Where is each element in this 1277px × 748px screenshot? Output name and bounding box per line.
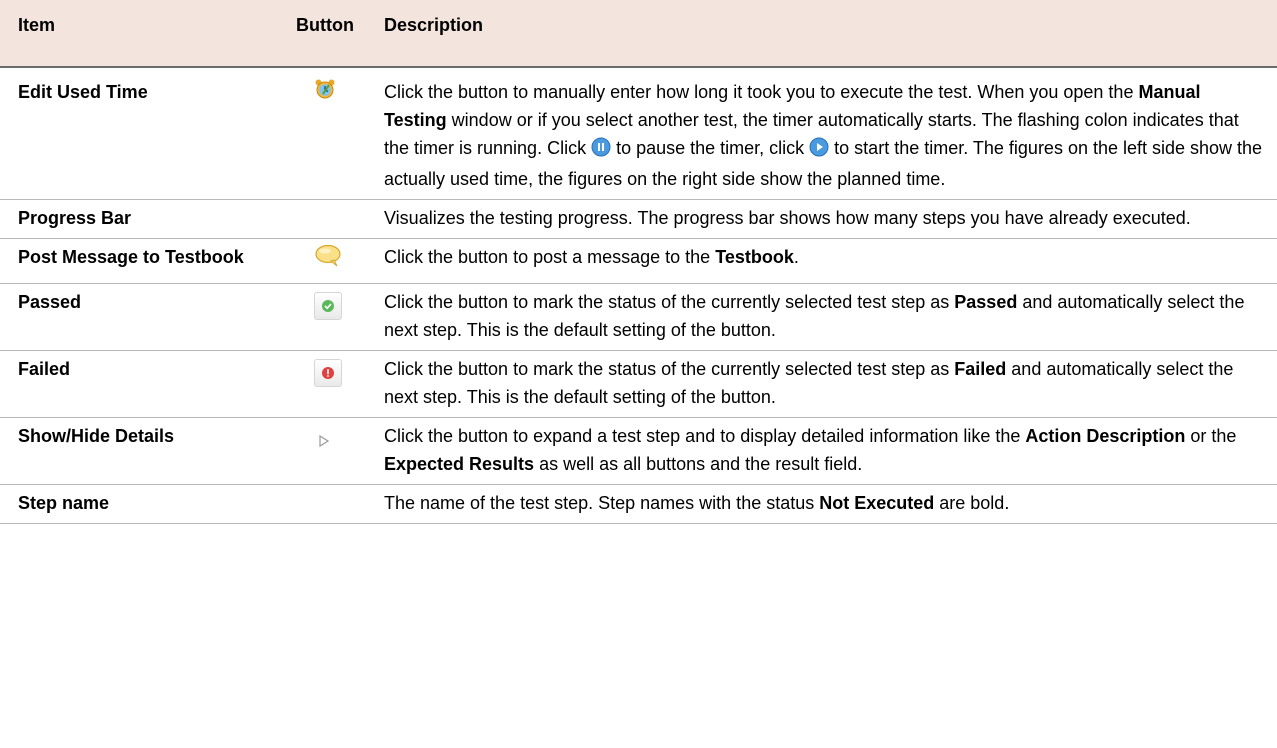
- header-description: Description: [384, 15, 484, 35]
- item-description: Visualizes the testing progress. The pro…: [384, 208, 1191, 228]
- item-name: Progress Bar: [18, 208, 132, 228]
- item-name: Post Message to Testbook: [18, 247, 244, 267]
- exclamation-circle-icon: [322, 367, 334, 379]
- item-description: Click the button to expand a test step a…: [384, 426, 1237, 474]
- item-name: Failed: [18, 359, 71, 379]
- table-row: Failed Click the button to mark the stat…: [0, 351, 1277, 418]
- header-item: Item: [18, 15, 56, 35]
- item-name: Step name: [18, 493, 110, 513]
- item-name: Edit Used Time: [18, 82, 148, 102]
- item-description: Click the button to mark the status of t…: [384, 359, 1234, 407]
- table-row: Progress Bar Visualizes the testing prog…: [0, 200, 1277, 239]
- item-description: Click the button to post a message to th…: [384, 247, 799, 267]
- table-row: Edit Used Time Click the button to manua…: [0, 67, 1277, 200]
- pause-icon[interactable]: [591, 137, 611, 165]
- item-name: Passed: [18, 292, 82, 312]
- alarm-clock-icon: [314, 78, 336, 108]
- play-icon[interactable]: [809, 137, 829, 165]
- triangle-right-icon[interactable]: [318, 428, 330, 456]
- button-cell: [286, 418, 374, 485]
- item-description: The name of the test step. Step names wi…: [384, 493, 1010, 513]
- header-button: Button: [296, 15, 354, 35]
- failed-button[interactable]: [314, 359, 342, 387]
- item-description: Click the button to mark the status of t…: [384, 292, 1245, 340]
- check-circle-icon: [322, 300, 334, 312]
- reference-table: Item Button Description Edit Used Time C…: [0, 0, 1277, 524]
- button-cell: [286, 351, 374, 418]
- table-row: Step name The name of the test step. Ste…: [0, 485, 1277, 524]
- button-cell: [286, 239, 374, 284]
- table-header-row: Item Button Description: [0, 0, 1277, 67]
- button-cell: [286, 67, 374, 200]
- table-row: Passed Click the button to mark the stat…: [0, 284, 1277, 351]
- button-cell: [286, 485, 374, 524]
- table-row: Show/Hide Details Click the button to ex…: [0, 418, 1277, 485]
- button-cell: [286, 200, 374, 239]
- table-row: Post Message to Testbook Click the butto…: [0, 239, 1277, 284]
- item-name: Show/Hide Details: [18, 426, 175, 446]
- passed-button[interactable]: [314, 292, 342, 320]
- button-cell: [286, 284, 374, 351]
- item-description: Click the button to manually enter how l…: [384, 82, 1263, 189]
- speech-bubble-icon: [314, 243, 342, 277]
